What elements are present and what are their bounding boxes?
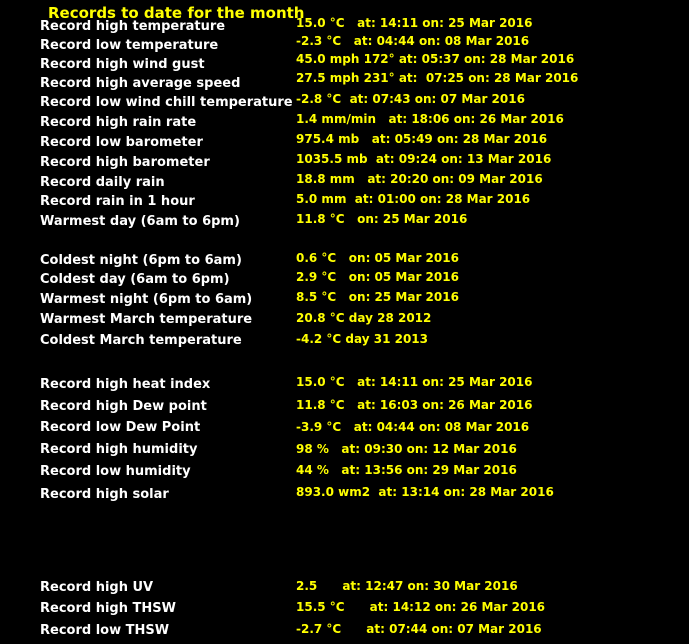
record-value: 11.8 °C at: 16:03 on: 26 Mar 2016 — [296, 398, 533, 412]
record-value: 45.0 mph 172° at: 05:37 on: 28 Mar 2016 — [296, 52, 575, 66]
record-row: Record low THSW -2.7 °C at: 07:44 on: 07… — [0, 0, 689, 638]
record-label: Coldest day (6am to 6pm) — [40, 272, 230, 287]
record-label: Warmest day (6am to 6pm) — [40, 214, 240, 229]
record-value: 8.5 °C on: 25 Mar 2016 — [296, 290, 459, 304]
record-label: Record low humidity — [40, 464, 191, 479]
record-label: Warmest March temperature — [40, 312, 253, 327]
record-label: Record high heat index — [40, 377, 211, 392]
record-value: 0.6 °C on: 05 Mar 2016 — [296, 251, 459, 265]
record-value: 5.0 mm at: 01:00 on: 28 Mar 2016 — [296, 192, 531, 206]
record-label: Record high humidity — [40, 442, 198, 457]
record-label: Record high temperature — [40, 19, 226, 34]
record-label: Record low wind chill temperature — [40, 95, 293, 110]
record-value: 2.5 at: 12:47 on: 30 Mar 2016 — [296, 579, 518, 593]
record-value: 15.0 °C at: 14:11 on: 25 Mar 2016 — [296, 375, 533, 389]
record-value: 15.0 °C at: 14:11 on: 25 Mar 2016 — [296, 16, 533, 30]
record-value: -3.9 °C at: 04:44 on: 08 Mar 2016 — [296, 420, 530, 434]
record-label: Record high wind gust — [40, 57, 205, 72]
record-label: Record low Dew Point — [40, 420, 201, 435]
record-value: 44 % at: 13:56 on: 29 Mar 2016 — [296, 463, 517, 477]
record-value: 18.8 mm at: 20:20 on: 09 Mar 2016 — [296, 172, 543, 186]
record-value: -2.8 °C at: 07:43 on: 07 Mar 2016 — [296, 92, 525, 106]
record-value: 27.5 mph 231° at: 07:25 on: 28 Mar 2016 — [296, 71, 579, 85]
record-value: 15.5 °C at: 14:12 on: 26 Mar 2016 — [296, 600, 546, 614]
record-value: 975.4 mb at: 05:49 on: 28 Mar 2016 — [296, 132, 548, 146]
record-label: Record low barometer — [40, 135, 203, 150]
record-value: 20.8 °C day 28 2012 — [296, 311, 432, 325]
record-value: 1.4 mm/min at: 18:06 on: 26 Mar 2016 — [296, 112, 564, 126]
record-label: Record high UV — [40, 580, 154, 595]
record-label: Record rain in 1 hour — [40, 194, 195, 209]
record-label: Record high solar — [40, 487, 169, 502]
record-label: Record low THSW — [40, 623, 170, 638]
record-label: Record high barometer — [40, 155, 210, 170]
record-label: Record high Dew point — [40, 399, 207, 414]
record-label: Coldest March temperature — [40, 333, 242, 348]
record-value: 1035.5 mb at: 09:24 on: 13 Mar 2016 — [296, 152, 552, 166]
record-label: Warmest night (6pm to 6am) — [40, 292, 253, 307]
record-value: -4.2 °C day 31 2013 — [296, 332, 428, 346]
record-value: 98 % at: 09:30 on: 12 Mar 2016 — [296, 442, 517, 456]
record-label: Record high rain rate — [40, 115, 197, 130]
record-value: 893.0 wm2 at: 13:14 on: 28 Mar 2016 — [296, 485, 554, 499]
record-label: Record high average speed — [40, 76, 241, 91]
record-label: Record daily rain — [40, 175, 165, 190]
record-value: 2.9 °C on: 05 Mar 2016 — [296, 270, 459, 284]
record-value: 11.8 °C on: 25 Mar 2016 — [296, 212, 468, 226]
record-label: Record low temperature — [40, 38, 219, 53]
record-label: Record high THSW — [40, 601, 176, 616]
record-value: -2.7 °C at: 07:44 on: 07 Mar 2016 — [296, 622, 542, 636]
record-label: Coldest night (6pm to 6am) — [40, 253, 242, 268]
record-value: -2.3 °C at: 04:44 on: 08 Mar 2016 — [296, 34, 530, 48]
